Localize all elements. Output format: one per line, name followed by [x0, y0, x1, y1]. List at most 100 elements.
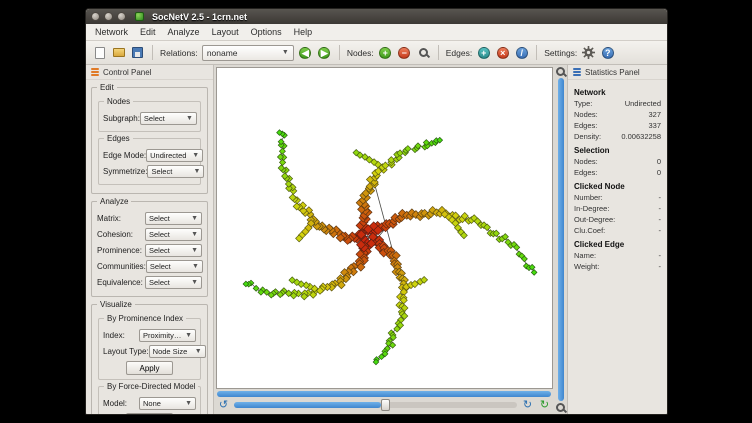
equivalence-select[interactable]: Select ▼ — [145, 276, 202, 289]
minimize-button[interactable] — [104, 12, 113, 21]
close-button[interactable] — [91, 12, 100, 21]
zoom-out-icon[interactable] — [556, 403, 565, 412]
reset-view-icon[interactable]: ↻ — [538, 399, 551, 411]
index-select[interactable]: Proximity Pres ▼ — [139, 329, 196, 342]
chevron-down-icon: ▼ — [192, 152, 199, 159]
maximize-button[interactable] — [117, 12, 126, 21]
selection-section-title: Selection — [574, 146, 661, 155]
matrix-select[interactable]: Select ▼ — [145, 212, 202, 225]
rotate-right-icon[interactable]: ↻ — [521, 399, 534, 411]
layout-type-select[interactable]: Node Size ▼ — [149, 345, 206, 358]
graph-node[interactable] — [279, 148, 285, 154]
arrow-right-icon: ▶ — [318, 47, 330, 59]
zoom-in-icon[interactable] — [556, 67, 565, 76]
menu-network[interactable]: Network — [89, 26, 134, 38]
symmetrize-row: Symmetrize: Select ▼ — [103, 165, 196, 178]
new-network-button[interactable] — [92, 45, 107, 60]
sel-edges-value: 0 — [657, 168, 661, 177]
subgraph-value: Select — [144, 114, 184, 123]
toolbar-separator — [438, 45, 439, 60]
communities-row: Communities: Select ▼ — [97, 260, 202, 273]
prominence-label: Prominence: — [97, 246, 142, 255]
apply-prominence-button[interactable]: Apply — [126, 361, 172, 375]
graph-canvas[interactable] — [216, 67, 553, 389]
stat-row-clucoef: Clu.Coef: - — [574, 226, 661, 235]
menu-options[interactable]: Options — [245, 26, 288, 38]
analyze-group: Analyze Matrix: Select ▼ Cohesion: Selec… — [91, 201, 208, 297]
analyze-group-title: Analyze — [97, 197, 131, 206]
chevron-down-icon: ▼ — [191, 279, 198, 286]
stat-row-sel-nodes: Nodes: 0 — [574, 157, 661, 166]
symmetrize-label: Symmetrize: — [103, 167, 147, 176]
menu-help[interactable]: Help — [288, 26, 319, 38]
open-network-button[interactable] — [111, 45, 126, 60]
network-graph[interactable] — [217, 68, 552, 388]
edge-mode-row: Edge Mode: Undirected ▼ — [103, 149, 196, 162]
cohesion-select[interactable]: Select ▼ — [145, 228, 202, 241]
rotate-left-icon[interactable]: ↺ — [217, 399, 230, 411]
prominence-index-subgroup: By Prominence Index Index: Proximity Pre… — [98, 318, 201, 380]
cohesion-label: Cohesion: — [97, 230, 133, 239]
menu-edit[interactable]: Edit — [134, 26, 162, 38]
layout-type-value: Node Size — [153, 347, 193, 356]
remove-node-button[interactable]: − — [397, 45, 412, 60]
index-row: Index: Proximity Pres ▼ — [103, 329, 196, 342]
previous-relation-button[interactable]: ◀ — [298, 45, 313, 60]
menu-layout[interactable]: Layout — [206, 26, 245, 38]
control-panel-header: Control Panel — [86, 65, 213, 80]
menu-bar: Network Edit Analyze Layout Options Help — [86, 24, 667, 41]
subgraph-select[interactable]: Select ▼ — [140, 112, 197, 125]
add-edge-button[interactable]: + — [476, 45, 491, 60]
type-label: Type: — [574, 99, 592, 108]
edge-mode-select[interactable]: Undirected ▼ — [146, 149, 203, 162]
gear-icon — [582, 46, 595, 59]
symmetrize-select[interactable]: Select ▼ — [147, 165, 204, 178]
chevron-down-icon: ▼ — [192, 263, 199, 270]
nodes-subgroup-title: Nodes — [104, 97, 133, 106]
remove-edge-button[interactable]: × — [495, 45, 510, 60]
horizontal-zoom-slider[interactable] — [217, 391, 551, 397]
rotation-slider-handle[interactable] — [381, 399, 390, 411]
relations-combobox[interactable]: noname ▼ — [202, 45, 294, 61]
edit-edge-button[interactable]: / — [514, 45, 529, 60]
statistics-panel-title: Statistics Panel — [585, 68, 640, 77]
add-node-button[interactable]: + — [378, 45, 393, 60]
stat-row-edge-weight: Weight: - — [574, 262, 661, 271]
equivalence-value: Select — [149, 278, 189, 287]
next-relation-button[interactable]: ▶ — [317, 45, 332, 60]
clucoef-label: Clu.Coef: — [574, 226, 605, 235]
model-label: Model: — [103, 399, 127, 408]
title-bar[interactable]: SocNetV 2.5 - 1crn.net — [86, 9, 667, 24]
stat-row-type: Type: Undirected — [574, 99, 661, 108]
vertical-zoom-slider[interactable] — [558, 78, 564, 401]
help-button[interactable]: ? — [600, 45, 615, 60]
save-network-button[interactable] — [130, 45, 145, 60]
find-node-button[interactable] — [416, 45, 431, 60]
app-icon — [135, 12, 144, 21]
subgraph-row: Subgraph: Select ▼ — [103, 112, 196, 125]
communities-select[interactable]: Select ▼ — [146, 260, 203, 273]
edge-mode-label: Edge Mode: — [103, 151, 146, 160]
main-area: Control Panel Edit Nodes Subgraph: Selec… — [86, 65, 667, 414]
prominence-index-title: By Prominence Index — [104, 314, 186, 323]
model-select[interactable]: None ▼ — [139, 397, 196, 410]
cohesion-value: Select — [149, 230, 189, 239]
model-row: Model: None ▼ — [103, 397, 196, 410]
stat-row-number: Number: - — [574, 193, 661, 202]
apply-force-button[interactable]: Apply — [126, 413, 172, 414]
prominence-select[interactable]: Select ▼ — [145, 244, 202, 257]
edges-subgroup: Edges Edge Mode: Undirected ▼ Symmetrize… — [98, 138, 201, 185]
edge-name-label: Name: — [574, 251, 596, 260]
edges-subgroup-title: Edges — [104, 134, 133, 143]
settings-button[interactable] — [581, 45, 596, 60]
remove-node-icon: − — [398, 47, 410, 59]
visualize-group: Visualize By Prominence Index Index: Pro… — [91, 304, 208, 414]
edge-mode-value: Undirected — [150, 151, 190, 160]
chevron-down-icon: ▼ — [282, 49, 289, 56]
menu-analyze[interactable]: Analyze — [162, 26, 206, 38]
indegree-value: - — [659, 204, 662, 213]
nodes-count-value: 327 — [648, 110, 661, 119]
main-toolbar: Relations: noname ▼ ◀ ▶ Nodes: + − Edges… — [86, 41, 667, 65]
cohesion-row: Cohesion: Select ▼ — [97, 228, 202, 241]
rotation-slider[interactable] — [234, 402, 517, 408]
